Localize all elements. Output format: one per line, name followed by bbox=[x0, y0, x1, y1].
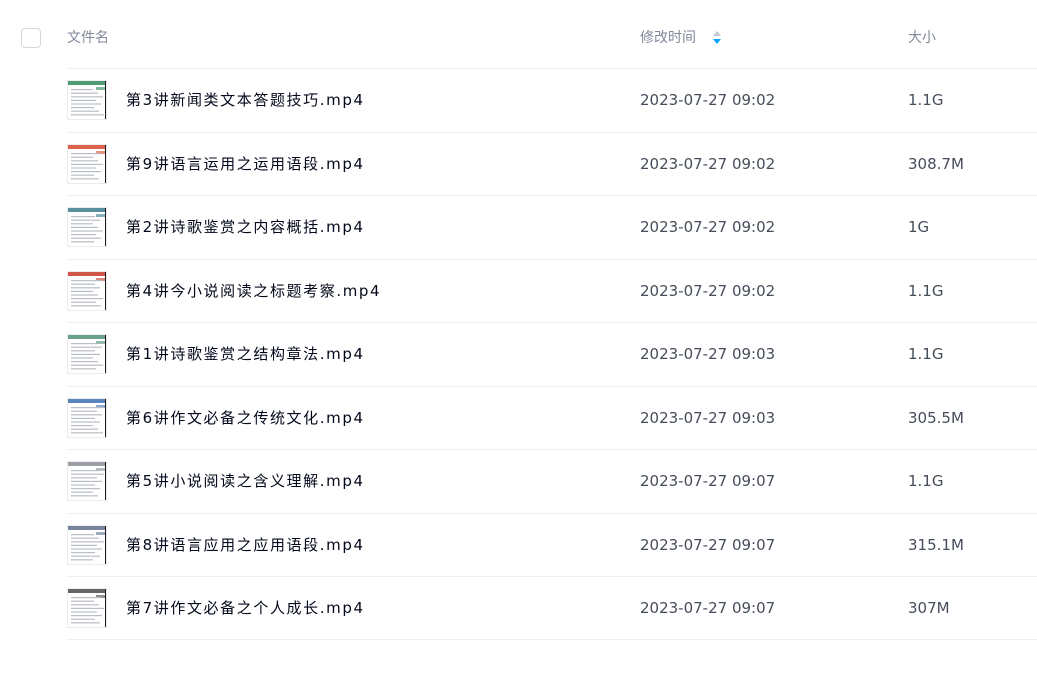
file-size: 1.1G bbox=[908, 345, 944, 363]
file-name[interactable]: 第2讲诗歌鉴赏之内容概括.mp4 bbox=[126, 216, 365, 238]
file-row[interactable]: 第9讲语言运用之运用语段.mp4 2023-07-27 09:02 308.7M bbox=[0, 131, 1037, 196]
file-name[interactable]: 第6讲作文必备之传统文化.mp4 bbox=[126, 407, 365, 429]
video-thumbnail bbox=[67, 461, 107, 501]
file-modified-time: 2023-07-27 09:07 bbox=[640, 472, 776, 490]
select-all-checkbox[interactable] bbox=[21, 28, 41, 48]
video-thumbnail bbox=[67, 143, 107, 184]
file-modified-time: 2023-07-27 09:07 bbox=[640, 535, 776, 554]
sort-icon[interactable] bbox=[712, 30, 722, 45]
file-size: 1.1G bbox=[908, 472, 944, 490]
file-modified-time: 2023-07-27 09:07 bbox=[640, 599, 776, 617]
file-name[interactable]: 第3讲新闻类文本答题技巧.mp4 bbox=[126, 89, 365, 111]
file-modified-time: 2023-07-27 09:02 bbox=[640, 154, 776, 173]
video-thumbnail bbox=[67, 524, 107, 565]
file-size: 308.7M bbox=[908, 154, 964, 173]
file-name[interactable]: 第5讲小说阅读之含义理解.mp4 bbox=[126, 470, 365, 492]
file-row[interactable]: 第6讲作文必备之传统文化.mp4 2023-07-27 09:03 305.5M bbox=[0, 385, 1037, 450]
video-thumbnail bbox=[67, 270, 107, 311]
file-row[interactable]: 第2讲诗歌鉴赏之内容概括.mp4 2023-07-27 09:02 1G bbox=[0, 195, 1037, 259]
file-size: 307M bbox=[908, 599, 950, 617]
video-thumbnail bbox=[67, 588, 107, 628]
file-size: 1.1G bbox=[908, 91, 944, 109]
file-row[interactable]: 第3讲新闻类文本答题技巧.mp4 2023-07-27 09:02 1.1G bbox=[0, 68, 1037, 132]
file-row[interactable]: 第8讲语言应用之应用语段.mp4 2023-07-27 09:07 315.1M bbox=[0, 512, 1037, 577]
file-row[interactable]: 第1讲诗歌鉴赏之结构章法.mp4 2023-07-27 09:03 1.1G bbox=[0, 322, 1037, 386]
file-size: 1.1G bbox=[908, 281, 944, 300]
file-modified-time: 2023-07-27 09:02 bbox=[640, 281, 776, 300]
list-header: 文件名 修改时间 大小 bbox=[0, 0, 1037, 68]
file-name[interactable]: 第8讲语言应用之应用语段.mp4 bbox=[126, 534, 365, 556]
file-name[interactable]: 第9讲语言运用之运用语段.mp4 bbox=[126, 153, 365, 175]
file-row[interactable]: 第7讲作文必备之个人成长.mp4 2023-07-27 09:07 307M bbox=[0, 576, 1037, 640]
file-size: 315.1M bbox=[908, 535, 964, 554]
file-modified-time: 2023-07-27 09:02 bbox=[640, 218, 776, 236]
file-name[interactable]: 第1讲诗歌鉴赏之结构章法.mp4 bbox=[126, 343, 365, 365]
file-size: 1G bbox=[908, 218, 930, 236]
file-rows: 第3讲新闻类文本答题技巧.mp4 2023-07-27 09:02 1.1G 第… bbox=[0, 68, 1037, 640]
video-thumbnail bbox=[67, 207, 107, 247]
file-modified-time: 2023-07-27 09:03 bbox=[640, 345, 776, 363]
file-modified-time: 2023-07-27 09:03 bbox=[640, 408, 776, 427]
file-size: 305.5M bbox=[908, 408, 964, 427]
column-header-name[interactable]: 文件名 bbox=[67, 28, 109, 48]
video-thumbnail bbox=[67, 397, 107, 438]
file-name[interactable]: 第7讲作文必备之个人成长.mp4 bbox=[126, 597, 365, 619]
file-name[interactable]: 第4讲今小说阅读之标题考察.mp4 bbox=[126, 280, 381, 302]
column-header-time[interactable]: 修改时间 bbox=[640, 28, 696, 48]
video-thumbnail bbox=[67, 80, 107, 120]
column-header-size[interactable]: 大小 bbox=[908, 28, 936, 48]
file-row[interactable]: 第5讲小说阅读之含义理解.mp4 2023-07-27 09:07 1.1G bbox=[0, 449, 1037, 513]
file-modified-time: 2023-07-27 09:02 bbox=[640, 91, 776, 109]
video-thumbnail bbox=[67, 334, 107, 374]
file-row[interactable]: 第4讲今小说阅读之标题考察.mp4 2023-07-27 09:02 1.1G bbox=[0, 258, 1037, 323]
